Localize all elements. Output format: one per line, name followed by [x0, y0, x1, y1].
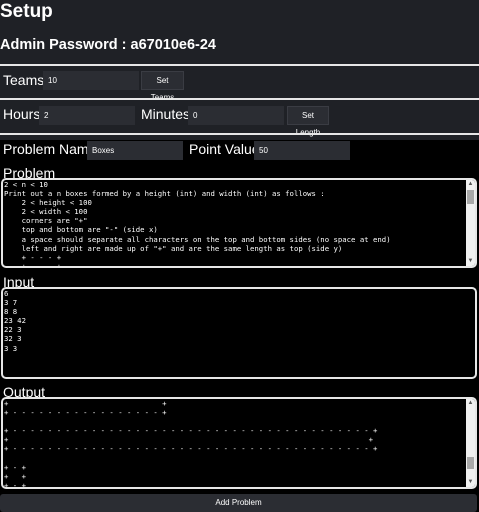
problem-name-input[interactable] [87, 141, 183, 160]
output-text: + + + - - - - - - - - - - - - - - - - - … [4, 399, 378, 489]
set-length-button[interactable]: Set Length [287, 106, 329, 137]
scroll-thumb[interactable] [467, 190, 474, 204]
input-text: 6 3 7 8 8 23 42 22 3 32 3 3 3 [4, 289, 26, 353]
teams-input[interactable] [43, 71, 139, 90]
problem-text: 2 < n < 10 Print out a n boxes formed by… [4, 180, 391, 268]
set-teams-button[interactable]: Set Teams [141, 71, 184, 102]
minutes-label: Minutes [141, 106, 191, 122]
output-textarea[interactable]: + + + - - - - - - - - - - - - - - - - - … [1, 397, 477, 489]
output-scrollbar[interactable]: ▲ ▼ [466, 399, 475, 487]
admin-password: Admin Password : a67010e6-24 [0, 37, 216, 53]
teams-label: Teams [3, 72, 45, 88]
settings-panel: Setup Admin Password : a67010e6-24 Teams… [0, 0, 479, 140]
hours-label: Hours [3, 106, 41, 122]
scroll-thumb[interactable] [467, 457, 474, 469]
divider [0, 98, 479, 100]
hours-input[interactable] [39, 106, 135, 125]
problem-scrollbar[interactable]: ▲ ▼ [466, 180, 475, 266]
scroll-up-icon[interactable]: ▲ [466, 399, 475, 408]
point-value-label: Point Value [189, 141, 260, 157]
point-value-input[interactable] [254, 141, 350, 160]
input-textarea[interactable]: 6 3 7 8 8 23 42 22 3 32 3 3 3 [1, 287, 477, 379]
page-title: Setup [0, 1, 53, 22]
problem-textarea[interactable]: 2 < n < 10 Print out a n boxes formed by… [1, 178, 477, 268]
divider [0, 64, 479, 66]
scroll-down-icon[interactable]: ▼ [466, 478, 475, 487]
scroll-down-icon[interactable]: ▼ [466, 257, 475, 266]
minutes-input[interactable] [188, 106, 284, 125]
scroll-up-icon[interactable]: ▲ [466, 180, 475, 189]
problem-name-label: Problem Name [3, 141, 97, 157]
divider [0, 133, 479, 135]
add-problem-button[interactable]: Add Problem [0, 494, 477, 512]
